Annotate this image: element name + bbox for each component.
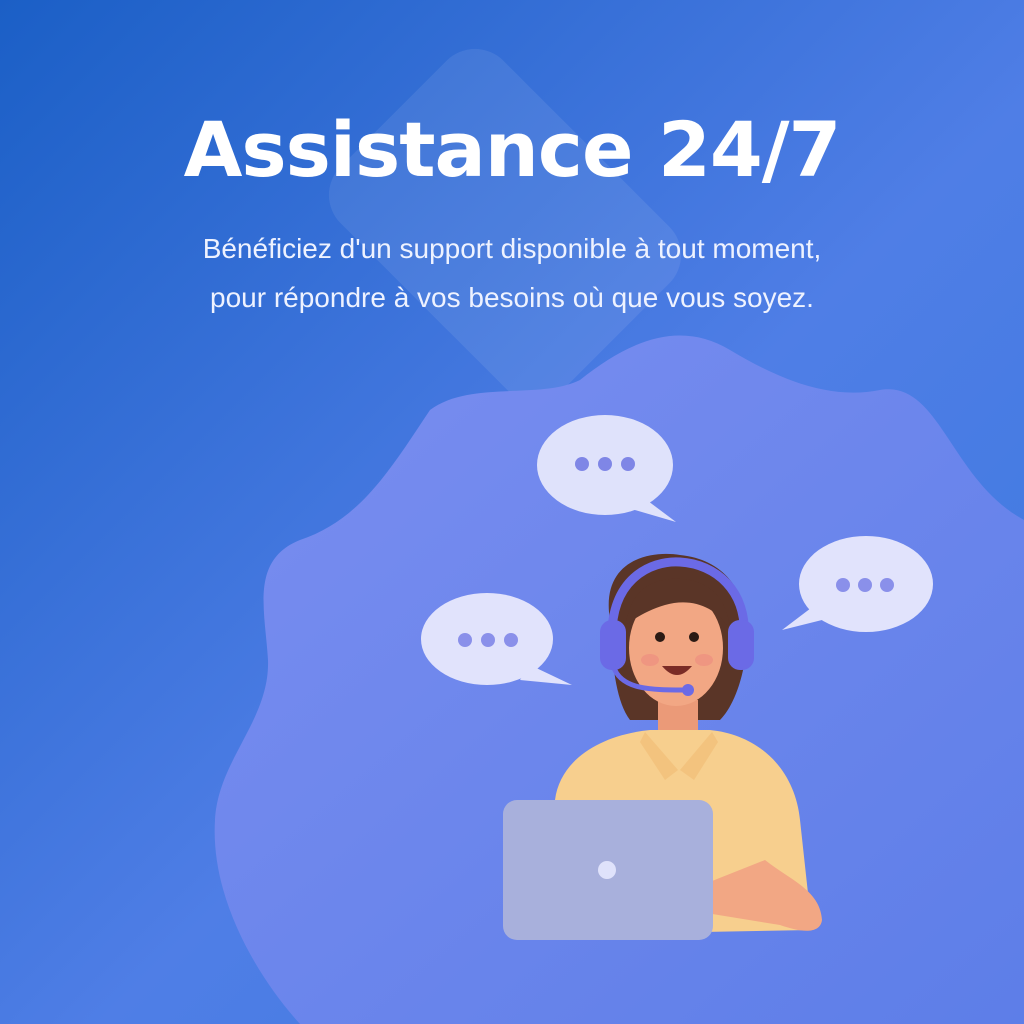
chat-bubble-icon bbox=[537, 415, 676, 522]
chat-bubble-icon bbox=[782, 536, 933, 632]
support-agent-illustration bbox=[421, 415, 933, 940]
promo-card: Assistance 24/7 Bénéficiez d'un support … bbox=[0, 0, 1024, 1024]
laptop-icon bbox=[503, 800, 713, 940]
chat-bubble-icon bbox=[421, 593, 572, 685]
